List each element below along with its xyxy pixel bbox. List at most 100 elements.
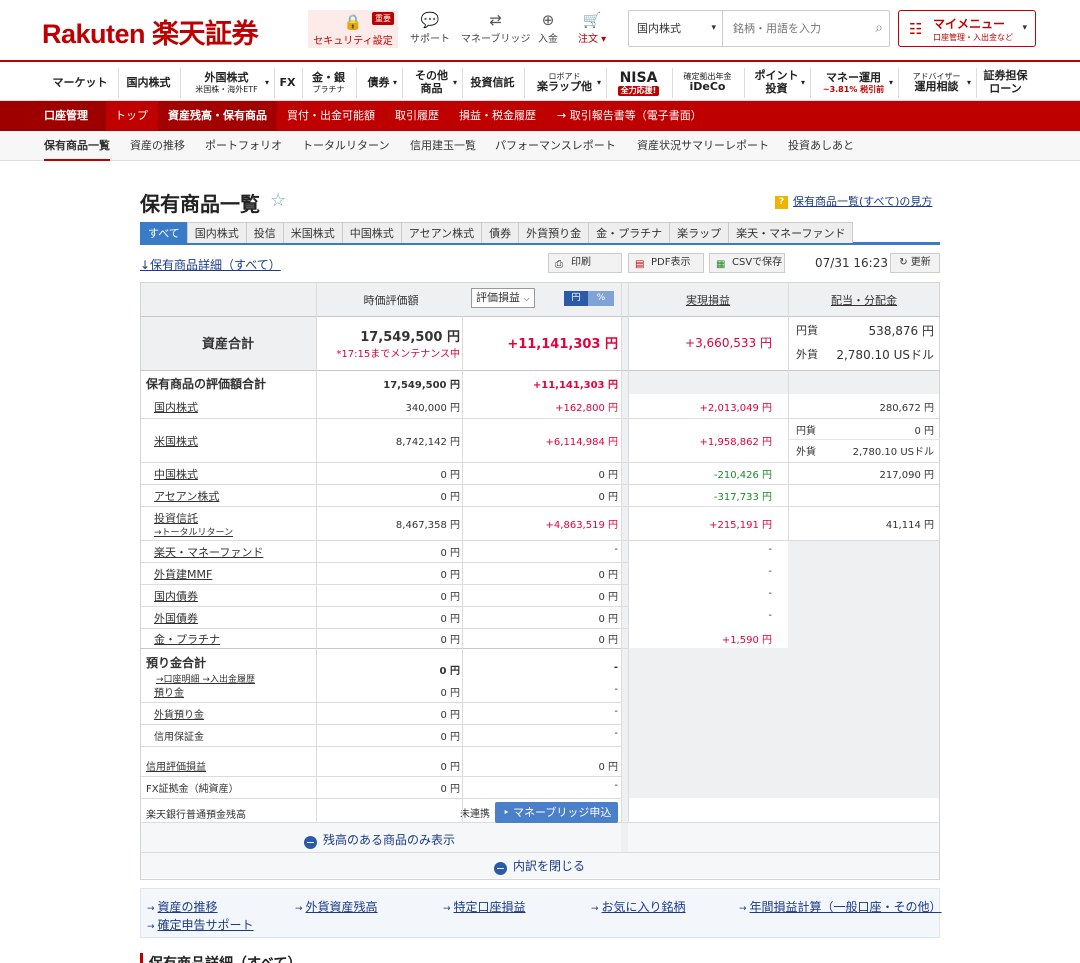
tab-domestic[interactable]: 国内株式 [186, 222, 247, 243]
howto-link[interactable]: ? 保有商品一覧(すべて)の見方 [775, 193, 932, 209]
csv-button[interactable]: ▦ CSVで保存 [709, 253, 785, 273]
row-pl: 0 円 [598, 470, 618, 481]
pdf-button[interactable]: ▤ PDF表示 [628, 253, 704, 273]
unit-yen-toggle[interactable]: 円 [564, 291, 588, 306]
row-label[interactable]: 国内株式 [154, 399, 198, 415]
tab-trade-history[interactable]: 取引履歴 [395, 101, 439, 131]
row-label[interactable]: アセアン株式 [154, 488, 219, 504]
nav-others[interactable]: その他 商品 ▾ [402, 68, 460, 98]
row-realized: +1,590 円 [721, 635, 772, 646]
link-tax-return[interactable]: 確定申告サポート [147, 916, 254, 933]
nav-bond[interactable]: 債券 ▾ [356, 68, 400, 98]
tab-asean[interactable]: アセアン株式 [400, 222, 483, 243]
nav-gold[interactable]: 金・銀 プラチナ [302, 68, 354, 98]
security-label: セキュリティ設定 [313, 36, 393, 47]
tab-rakuwrap[interactable]: 楽ラップ [669, 222, 730, 243]
subtab-summary[interactable]: 資産状況サマリーレポート [637, 131, 769, 161]
subtab-portfolio[interactable]: ポートフォリオ [205, 131, 282, 161]
link-fx-assets[interactable]: 外貨資産残高 [295, 898, 378, 915]
subtab-margin[interactable]: 信用建玉一覧 [410, 131, 476, 161]
link-asset-history[interactable]: 資産の推移 [147, 898, 218, 915]
row-label[interactable]: 金・プラチナ [154, 631, 220, 647]
row-value: 0 円 [440, 635, 460, 646]
tab-top[interactable]: トップ [115, 101, 148, 131]
show-only-balance-button[interactable]: − 残高のある商品のみ表示 [304, 831, 455, 849]
link-favorites[interactable]: お気に入り銘柄 [591, 898, 686, 915]
tab-all[interactable]: すべて [140, 222, 188, 243]
tab-moneyfund[interactable]: 楽天・マネーファンド [728, 222, 854, 243]
row-label[interactable]: 中国株式 [154, 466, 198, 482]
nav-loan[interactable]: 証券担保 ローン [976, 68, 1034, 98]
detail-link[interactable]: ↓保有商品詳細（すべて） [140, 256, 281, 273]
row-label[interactable]: 米国株式 [154, 433, 198, 449]
nav-point[interactable]: ポイント 投資 ▾ [744, 68, 808, 98]
chevron-down-icon: ▾ [264, 78, 269, 87]
row-dividend: 217,090 円 [879, 470, 934, 481]
tab-china[interactable]: 中国株式 [341, 222, 402, 243]
nav-roboadvisor[interactable]: ロボアド 楽ラップ他 ▾ [524, 68, 604, 98]
nav-nisa[interactable]: NISA 全力応援! [606, 68, 670, 98]
support-button[interactable]: 💬 サポート [410, 10, 450, 45]
link-annual-pl[interactable]: 年間損益計算（一般口座・その他） [739, 898, 942, 915]
tab-assets[interactable]: 資産残高・保有商品 [158, 101, 277, 131]
sub-nav: 保有商品一覧 資産の推移 ポートフォリオ トータルリターン 信用建玉一覧 パフォ… [0, 131, 1080, 161]
deposit-button[interactable]: ⊕ 入金 [538, 10, 558, 45]
subtab-total-return[interactable]: トータルリターン [302, 131, 389, 161]
subtab-asset-history[interactable]: 資産の推移 [130, 131, 185, 161]
order-button[interactable]: 🛒 注文 ▾ [578, 10, 606, 45]
nav-ideco[interactable]: 確定拠出年金 iDeCo [672, 68, 742, 98]
important-badge: 重要 [372, 12, 394, 25]
search-input[interactable] [725, 11, 865, 46]
row-realized: - [768, 588, 772, 599]
deposit-row-label[interactable]: 預り金 [154, 684, 184, 699]
subtab-performance[interactable]: パフォーマンスレポート [495, 131, 616, 161]
moneybridge-button[interactable]: ⇄ マネーブリッジ [461, 10, 530, 45]
chat-icon: 💬 [420, 11, 440, 29]
other-row-label[interactable]: 信用評価損益 [146, 758, 206, 773]
row-value: 8,467,358 円 [395, 520, 460, 531]
rakuten-logo[interactable]: Rakuten 楽天証券 [42, 12, 259, 51]
unit-pct-toggle[interactable]: % [588, 291, 614, 306]
tab-gold[interactable]: 金・プラチナ [588, 222, 671, 243]
tab-buying-power[interactable]: 買付・出金可能額 [287, 101, 375, 131]
deposit-links[interactable]: →口座明細 →入出金履歴 [156, 672, 255, 685]
pl-select[interactable]: 評価損益 ⌵ [471, 288, 535, 308]
header-dividend[interactable]: 配当・分配金 [788, 292, 940, 308]
search-icon[interactable]: ⌕ [875, 20, 883, 36]
chevron-down-icon: ▾ [888, 78, 893, 87]
header-realized[interactable]: 実現損益 [628, 292, 788, 308]
row-pl: +162,800 円 [555, 403, 618, 414]
row-label[interactable]: 外貨建MMF [154, 566, 212, 582]
tab-reports[interactable]: → 取引報告書等（電子書面） [557, 101, 702, 131]
tab-bond[interactable]: 債券 [481, 222, 520, 243]
nav-money-management[interactable]: マネー運用 ~3.81% 税引前 ▾ [810, 68, 896, 98]
total-return-link[interactable]: →トータルリターン [154, 525, 233, 538]
tab-pl-history[interactable]: 損益・税金履歴 [459, 101, 536, 131]
row-label[interactable]: 楽天・マネーファンド [154, 544, 263, 560]
subtab-footprint[interactable]: 投資あしあと [788, 131, 854, 161]
market-select[interactable]: 国内株式 [629, 11, 723, 46]
refresh-button[interactable]: ↻ 更新 [890, 253, 940, 273]
nav-market[interactable]: マーケット [44, 68, 116, 98]
chevron-down-icon: ▾ [966, 78, 971, 87]
tab-us[interactable]: 米国株式 [282, 222, 343, 243]
subtab-holdings[interactable]: 保有商品一覧 [44, 131, 110, 161]
nav-fx[interactable]: FX [274, 68, 300, 98]
moneybridge-apply-button[interactable]: ‣ マネーブリッジ申込 [495, 802, 618, 823]
row-label[interactable]: 投資信託 [154, 510, 198, 526]
nav-advisor[interactable]: アドバイザー 運用相談 ▾ [898, 68, 974, 98]
tab-fund[interactable]: 投信 [245, 222, 284, 243]
close-breakdown-button[interactable]: − 内訳を閉じる [494, 857, 585, 875]
row-label[interactable]: 外国債券 [154, 610, 198, 626]
nav-fund[interactable]: 投資信託 [462, 68, 522, 98]
print-button[interactable]: ⎙ 印刷 [548, 253, 622, 273]
mymenu-button[interactable]: ☷ マイメニュー 口座管理・入出金など ▾ [898, 10, 1036, 47]
star-icon[interactable]: ☆ [270, 190, 286, 211]
nav-domestic-stock[interactable]: 国内株式 [118, 68, 178, 98]
row-label[interactable]: 国内債券 [154, 588, 198, 604]
link-tokutei[interactable]: 特定口座損益 [443, 898, 526, 915]
nav-foreign-stock[interactable]: 外国株式 米国株・海外ETF ▾ [180, 68, 272, 98]
row-value: 0 円 [440, 570, 460, 581]
tab-fx-deposit[interactable]: 外貨預り金 [518, 222, 590, 243]
deposit-row-label[interactable]: 外貨預り金 [154, 706, 204, 721]
